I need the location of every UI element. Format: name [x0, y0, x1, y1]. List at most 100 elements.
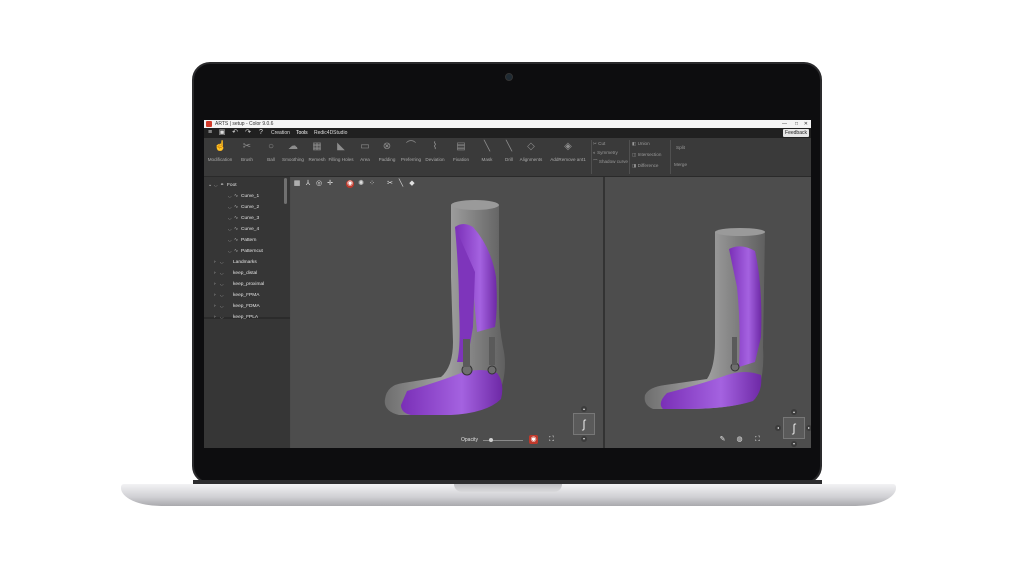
ribbon-tool-icon: ◣: [337, 141, 345, 152]
ribbon-button-label: Remesh: [308, 157, 326, 162]
intersection-label: Intersection: [637, 152, 662, 157]
shadow-curve-label: Shadow curve: [598, 159, 628, 164]
minimize-button[interactable]: —: [782, 120, 787, 128]
nav-up-arrow[interactable]: ▴: [791, 409, 797, 415]
nav-up-arrow[interactable]: ▴: [581, 406, 587, 412]
ribbon-tool-icon: ▤: [456, 141, 466, 152]
feedback-button[interactable]: Feedback: [783, 129, 809, 137]
tree-item[interactable]: › ◡ keep_FDMA: [214, 300, 260, 311]
ribbon-brush-button[interactable]: ✂ Brush: [234, 141, 260, 163]
symmetry-label: Symmetry: [597, 150, 618, 155]
help-icon[interactable]: ?: [257, 129, 265, 137]
ribbon-button-label: Padding: [378, 157, 396, 162]
visibility-icon[interactable]: ◡: [220, 311, 226, 322]
nav-down-arrow[interactable]: ▾: [791, 441, 797, 447]
fit-view-icon[interactable]: ⛶: [753, 435, 762, 444]
tree-item[interactable]: › ◡ Landmarks: [214, 256, 257, 267]
union-button[interactable]: ◧ Union: [632, 141, 650, 147]
visibility-icon[interactable]: ◡: [220, 289, 226, 300]
ribbon-smoothing-button[interactable]: ☁ Smoothing: [280, 141, 306, 163]
visibility-icon[interactable]: ◡: [220, 278, 226, 289]
difference-button[interactable]: ◨ Difference: [632, 163, 658, 169]
secondary-viewport[interactable]: ✎ ◍ ⛶ ʃ ▴ ▾ ◂ ▸: [605, 177, 811, 448]
ribbon-button-label: Filling Holes: [328, 157, 354, 162]
visibility-icon[interactable]: ◡: [220, 256, 226, 267]
ribbon-deviation-button[interactable]: ⌇ Deviation: [422, 141, 448, 163]
ribbon-filling-holes-button[interactable]: ◣ Filling Holes: [328, 141, 354, 163]
tree-item[interactable]: ◡ ∿ Curve_4: [222, 223, 259, 234]
tree-item-label: keep_FDMA: [233, 304, 260, 309]
tree-item[interactable]: ◡ ∿ Curve_3: [222, 212, 259, 223]
fit-view-icon[interactable]: ⛶: [547, 435, 556, 444]
nav-left-arrow[interactable]: ◂: [775, 425, 781, 431]
tab-creation[interactable]: Creation: [271, 128, 290, 138]
nav-down-arrow[interactable]: ▾: [581, 436, 587, 442]
tree-item[interactable]: › ◡ keep_FPLA: [214, 311, 258, 322]
tree-item[interactable]: › ◡ keep_distal: [214, 267, 257, 278]
ribbon-tool-icon: ☁: [288, 141, 298, 152]
palette-icon[interactable]: ◍: [735, 435, 744, 444]
opacity-label: Opacity: [461, 437, 478, 443]
nav-right-arrow[interactable]: ▸: [806, 425, 811, 431]
undo-icon[interactable]: ↶: [231, 129, 239, 137]
visibility-icon[interactable]: ◡: [220, 267, 226, 278]
view-navigation-cube[interactable]: ʃ: [783, 417, 805, 439]
symmetry-button[interactable]: ◐ Symmetry: [593, 150, 618, 156]
tree-item-label: keep_FPLA: [233, 315, 259, 320]
hamburger-icon[interactable]: ≡: [206, 129, 214, 137]
tree-item[interactable]: ◡ ∿ Pattern: [222, 234, 256, 245]
save-icon[interactable]: ▣: [218, 129, 226, 137]
tree-item-label: Curve_2: [241, 205, 260, 210]
ribbon-button-label: Preferring: [400, 157, 422, 162]
tree-item-label: Curve_1: [241, 194, 260, 199]
ribbon-fixation-button[interactable]: ▤ Fixation: [448, 141, 474, 163]
view-navigation-cube[interactable]: ʃ: [573, 413, 595, 435]
orthosis-model-right: [644, 228, 765, 409]
main-viewport[interactable]: ▦ ⅄ ◎ ✛ ◉ ✺ ⁘ ✂ ╲ ◆ Opacity ◉ ⛶ ʃ ▴ ▾: [291, 177, 603, 448]
ribbon-tool-icon: ▭: [360, 141, 370, 152]
ribbon-tool-icon: ◈: [564, 141, 572, 152]
tree-item-label: Curve_4: [241, 227, 260, 232]
ribbon-tool-icon: ╲: [483, 141, 491, 152]
close-button[interactable]: ✕: [804, 120, 808, 128]
merge-button[interactable]: Merge: [674, 162, 687, 168]
split-button[interactable]: Split: [676, 145, 685, 151]
tree-item[interactable]: ◡ ∿ Patterncut: [222, 245, 263, 256]
webcam: [505, 73, 513, 81]
ribbon-button-label: AddRemove ant1: [550, 157, 586, 162]
tree-item[interactable]: ◡ ∿ Curve_1: [222, 190, 259, 201]
intersection-button[interactable]: ◫ Intersection: [632, 152, 661, 158]
tree-item[interactable]: ⌄ ◡ ⚭ Foot: [208, 179, 237, 190]
window-title: ARTS | setup - Color 9.0.6: [215, 121, 274, 127]
ribbon-alignments-button[interactable]: ◇ Alignments: [518, 141, 544, 163]
maximize-button[interactable]: □: [795, 120, 798, 128]
difference-label: Difference: [637, 163, 659, 168]
ribbon-addremove-ant1-button[interactable]: ◈ AddRemove ant1: [549, 141, 587, 163]
tree-scrollbar[interactable]: [284, 178, 287, 204]
cut-button[interactable]: ✂ Cut: [593, 141, 605, 147]
union-label: Union: [637, 141, 650, 146]
tree-item[interactable]: › ◡ keep_FPMA: [214, 289, 259, 300]
ribbon-button-label: Fixation: [452, 157, 470, 162]
app-logo-icon: [206, 121, 212, 127]
clip-icon[interactable]: ✎: [718, 435, 727, 444]
laptop-notch: [454, 484, 562, 492]
tree-item[interactable]: ◡ ∿ Curve_2: [222, 201, 259, 212]
ribbon-remesh-button[interactable]: ▦ Remesh: [304, 141, 330, 163]
visibility-icon[interactable]: ◡: [220, 300, 226, 311]
redo-icon[interactable]: ↷: [244, 129, 252, 137]
menu-bar: ≡ ▣ ↶ ↷ ? Creation Tools Redic4DStudio F…: [204, 128, 811, 139]
ribbon-padding-button[interactable]: ⊗ Padding: [374, 141, 400, 163]
render-mode-icon[interactable]: ◉: [529, 435, 538, 444]
tree-item-label: keep_FPMA: [233, 293, 260, 298]
tab-redic4dstudio[interactable]: Redic4DStudio: [314, 128, 347, 138]
ribbon-tool-icon: ▦: [312, 141, 322, 152]
shadow-curve-button[interactable]: ⌒ Shadow curve: [593, 159, 628, 165]
title-bar: ARTS | setup - Color 9.0.6 — □ ✕: [204, 120, 811, 128]
opacity-slider-knob[interactable]: [489, 438, 493, 442]
tree-item-label: keep_proximal: [233, 282, 265, 287]
ribbon-tool-icon: ○: [267, 141, 275, 152]
ribbon-modification-button[interactable]: ☝ Modification: [207, 141, 233, 163]
ribbon-preferring-button[interactable]: ⌒ Preferring: [398, 141, 424, 163]
tree-item[interactable]: › ◡ keep_proximal: [214, 278, 264, 289]
